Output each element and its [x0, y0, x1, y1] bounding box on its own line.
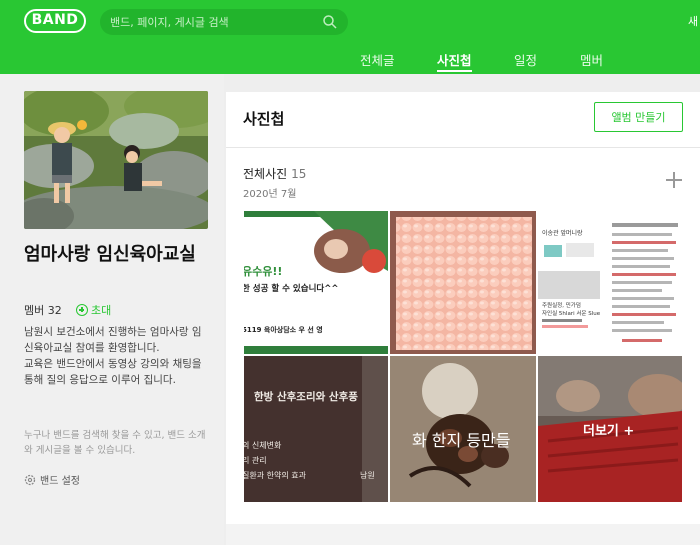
- photo-thumbnail[interactable]: 화 한지 등만들: [390, 356, 536, 502]
- tab-photos[interactable]: 사진첩: [437, 50, 472, 72]
- search-input[interactable]: [110, 12, 310, 32]
- photo-4-image: 한방 산후조리와 산후풍 의 신체변화 리 관리 질환과 한약의 효과 남원: [244, 356, 388, 502]
- plus-circle-icon: [76, 304, 88, 316]
- photo-thumbnail[interactable]: 유수유!! 한 성공 할 수 있습니다^^ 5119 육아상담소 우 선 영: [244, 211, 388, 354]
- all-photos-heading[interactable]: 전체사진 15: [243, 165, 306, 182]
- photo-4-title: 한방 산후조리와 산후풍: [254, 390, 358, 403]
- bottom-strip: [226, 524, 700, 545]
- band-settings-link[interactable]: 밴드 설정: [24, 472, 80, 487]
- divider: [226, 147, 700, 148]
- tab-members[interactable]: 멤버: [580, 50, 603, 72]
- band-name: 엄마사랑 임신육아교실: [24, 244, 196, 265]
- band-description: 남원시 보건소에서 진행하는 엄마사랑 임신육아교실 참여를 환영합니다. 교육…: [24, 324, 210, 388]
- tab-schedule[interactable]: 일정: [514, 50, 537, 72]
- date-group-label: 2020년 7월: [243, 189, 297, 200]
- invite-button[interactable]: 초대: [76, 302, 111, 318]
- photo-thumbnail[interactable]: 한방 산후조리와 산후풍 의 신체변화 리 관리 질환과 한약의 효과 남원: [244, 356, 388, 502]
- photo-5-image: 화 한지 등만들: [390, 356, 536, 502]
- photo-4-line2: 리 관리: [244, 455, 267, 465]
- photo-2-image: [390, 211, 536, 354]
- photo-thumbnail[interactable]: [390, 211, 536, 354]
- add-photo-icon[interactable]: [666, 172, 682, 188]
- band-info-panel: 엄마사랑 임신육아교실 멤버 32 초대 남원시 보건소에서 진행하는 엄마사랑…: [0, 74, 224, 545]
- search-icon[interactable]: [322, 14, 338, 30]
- photo-5-text: 화 한지 등만들: [412, 431, 511, 450]
- gear-icon: [24, 474, 36, 486]
- top-bar: BAND 새 전체글 사진첩 일정 멤버: [0, 0, 700, 74]
- photo-4-line1: 의 신체변화: [244, 440, 282, 450]
- band-cover-image[interactable]: [24, 91, 208, 229]
- photo-3-title: 이송관 앞머니랑: [542, 229, 583, 237]
- photo-4-line3: 질환과 한약의 효과: [244, 470, 307, 480]
- photo-thumbnail[interactable]: 이송관 앞머니랑 주원실정, 민가덤 자인실 5hlari 서운 Slue: [538, 211, 682, 354]
- create-album-button[interactable]: 앨범 만들기: [594, 102, 683, 132]
- photo-1-image: 유수유!! 한 성공 할 수 있습니다^^ 5119 육아상담소 우 선 영: [244, 211, 388, 354]
- visibility-notice: 누구나 밴드를 검색해 찾을 수 있고, 밴드 소개와 게시글을 볼 수 있습니…: [24, 430, 206, 456]
- search-box[interactable]: [100, 9, 348, 35]
- photo-3-image: 이송관 앞머니랑 주원실정, 민가덤 자인실 5hlari 서운 Slue: [538, 211, 682, 354]
- photo-1-line3: 5119 육아상담소 우 선 영: [244, 325, 323, 334]
- photo-4-right: 남원: [360, 471, 375, 480]
- member-count[interactable]: 멤버 32: [24, 302, 62, 318]
- photo-1-line2: 한 성공 할 수 있습니다^^: [244, 283, 338, 294]
- band-logo[interactable]: BAND: [24, 9, 86, 33]
- photo-1-line1: 유수유!!: [244, 265, 282, 278]
- photo-3-item2: 자인실 5hlari 서운 Slue: [542, 309, 601, 317]
- page-title: 사진첩: [243, 110, 285, 128]
- more-photos-button[interactable]: 더보기 +: [583, 420, 634, 439]
- photo-3-item1: 주원실정, 민가덤: [542, 301, 581, 309]
- description-paragraph: 남원시 보건소에서 진행하는 엄마사랑 임신육아교실 참여를 환영합니다.: [24, 326, 202, 354]
- photo-count: 15: [291, 167, 307, 181]
- description-paragraph: 교육은 밴드안에서 동영상 강의와 채팅을 통해 질의 응답으로 이루어 집니다…: [24, 358, 202, 386]
- top-right-link[interactable]: 새: [688, 13, 698, 29]
- tab-all-posts[interactable]: 전체글: [360, 50, 395, 72]
